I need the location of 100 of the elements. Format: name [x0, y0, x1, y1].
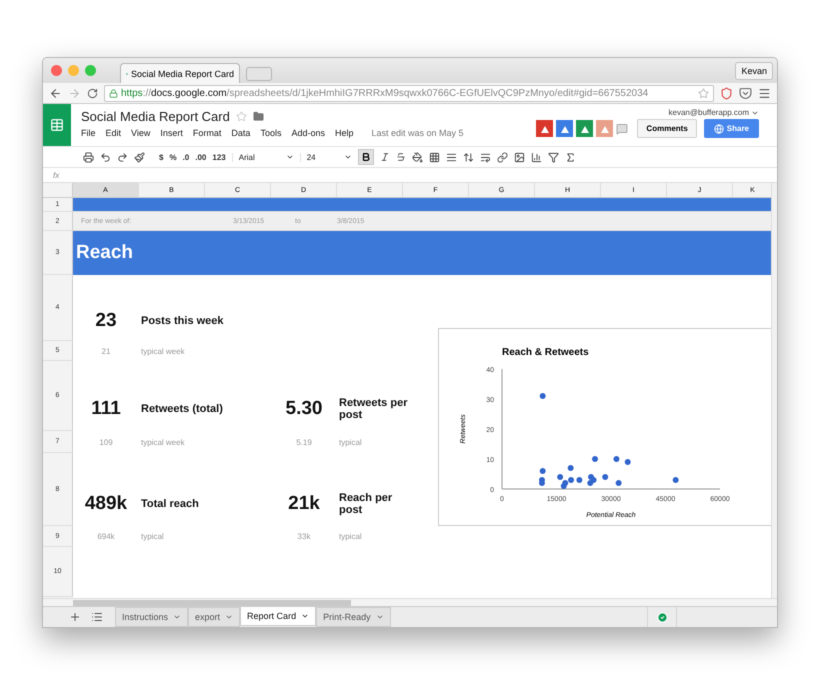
metric-label: Retweets per post — [338, 397, 408, 421]
folder-icon[interactable] — [252, 111, 264, 122]
metric-label: Total reach — [140, 498, 200, 510]
account-email[interactable]: kevan@bufferapp.com — [668, 108, 759, 117]
typical-label: typical week — [140, 438, 186, 446]
typical-label: typical — [140, 532, 165, 541]
document-title[interactable]: Social Media Report Card — [81, 109, 230, 124]
chart-icon[interactable] — [530, 152, 542, 162]
undo-icon[interactable] — [100, 152, 111, 162]
link-icon[interactable] — [496, 152, 508, 162]
extension-icon[interactable] — [576, 120, 594, 137]
bold-icon — [360, 152, 371, 162]
typical-label: typical — [338, 438, 363, 446]
star-icon[interactable] — [236, 111, 247, 122]
data-point — [602, 474, 608, 480]
menu-item[interactable]: Format — [192, 128, 222, 138]
typical-value: 109 — [98, 438, 114, 446]
italic-icon[interactable] — [380, 152, 390, 162]
typical-value: 21 — [100, 346, 112, 356]
sheet-tab[interactable]: Report Card — [240, 606, 316, 626]
data-point — [592, 456, 598, 462]
section-title: Reach — [76, 242, 134, 264]
sheet-tab[interactable]: Instructions — [115, 607, 188, 627]
align-icon[interactable] — [446, 152, 457, 162]
metric-value: 5.30 — [284, 398, 324, 420]
data-point — [576, 477, 582, 483]
data-point — [540, 468, 546, 474]
saved-icon — [656, 612, 668, 622]
back-icon[interactable] — [49, 86, 62, 100]
metric-label: Retweets (total) — [140, 403, 224, 415]
typical-value: 33k — [296, 532, 312, 541]
menu-item[interactable]: View — [131, 128, 150, 138]
font-size-dropdown[interactable]: 24 — [300, 152, 352, 162]
typical-label: typical — [338, 532, 363, 541]
scrollbar-thumb[interactable] — [73, 600, 351, 606]
extension-icon[interactable] — [536, 120, 554, 137]
shield-icon[interactable] — [720, 86, 733, 100]
profile-button[interactable]: Kevan — [735, 62, 773, 80]
chart-title: Reach & Retweets — [502, 347, 589, 358]
sheet-tab[interactable]: Print-Ready — [316, 607, 391, 627]
sheets-logo[interactable] — [43, 104, 71, 146]
globe-icon — [714, 124, 724, 134]
add-sheet-icon[interactable] — [69, 611, 81, 623]
share-button[interactable]: Share — [704, 119, 759, 138]
typical-value: 5.19 — [295, 438, 313, 446]
menu-item[interactable]: Add-ons — [291, 128, 325, 138]
print-icon[interactable] — [83, 152, 94, 162]
data-point — [672, 477, 679, 483]
vertical-align-icon[interactable] — [462, 152, 474, 162]
sheet-tab[interactable]: export — [188, 607, 240, 627]
extension-icon[interactable] — [556, 120, 574, 137]
menu-item[interactable]: File — [81, 128, 96, 138]
bold-button[interactable] — [358, 149, 374, 165]
increase-decimals-button[interactable]: .00 — [195, 152, 206, 162]
metric-value: 489k — [84, 493, 128, 515]
number-format-dropdown[interactable]: 123 — [212, 152, 226, 162]
decrease-decimals-button[interactable]: .0 — [182, 152, 190, 162]
metric-label: Reach per post — [338, 492, 394, 516]
lock-icon[interactable] — [109, 88, 118, 98]
formula-icon: fx — [53, 170, 60, 180]
menu-icon[interactable] — [758, 86, 771, 100]
last-edit-link[interactable]: Last edit was on May 5 — [372, 128, 464, 138]
menu-item[interactable]: Edit — [106, 128, 122, 138]
pocket-icon[interactable] — [739, 86, 752, 100]
browser-tab[interactable]: Social Media Report Card — [120, 63, 240, 83]
address-field[interactable]: https://docs.google.com/spreadsheets/d/1jkeHmhiIG7RRRxM9sqwxk0766C-EGfUElvQC9PzMnyo/edit#gid=667552034 — [104, 84, 714, 102]
strikethrough-icon[interactable] — [396, 152, 406, 162]
data-point — [624, 459, 631, 465]
menu-item[interactable]: Data — [231, 128, 250, 138]
caret-icon[interactable] — [344, 153, 352, 161]
sum-icon[interactable] — [564, 152, 576, 162]
metric-label: Posts this week — [140, 315, 225, 327]
metric-value: 111 — [90, 398, 122, 420]
data-point — [568, 465, 574, 471]
reload-icon[interactable] — [87, 88, 98, 98]
vertical-scrollbar[interactable] — [771, 183, 777, 598]
wrap-icon[interactable] — [480, 152, 491, 162]
data-point — [540, 393, 546, 399]
caret-icon[interactable] — [286, 153, 294, 161]
comments-button[interactable]: Comments — [637, 119, 697, 138]
typical-label: typical week — [140, 346, 186, 356]
font-dropdown[interactable]: Arial — [232, 152, 294, 162]
percent-button[interactable]: % — [169, 152, 177, 162]
metric-value: 21k — [287, 493, 321, 515]
typical-value: 694k — [96, 532, 116, 541]
metric-value: 23 — [94, 310, 118, 332]
currency-button[interactable]: $ — [159, 152, 164, 162]
menu-item[interactable]: Tools — [260, 128, 282, 138]
menu-item[interactable]: Insert — [160, 128, 183, 138]
fill-color-icon[interactable] — [412, 152, 423, 162]
caret-icon[interactable] — [301, 612, 310, 620]
data-point — [613, 456, 620, 462]
data-point — [616, 480, 622, 486]
star-icon[interactable] — [698, 88, 709, 98]
borders-icon[interactable] — [428, 152, 440, 162]
redo-icon[interactable] — [117, 152, 128, 162]
paint-format-icon[interactable] — [134, 152, 145, 162]
image-icon[interactable] — [514, 152, 525, 162]
menu-item[interactable]: Help — [334, 128, 354, 138]
filter-icon[interactable] — [548, 152, 559, 162]
